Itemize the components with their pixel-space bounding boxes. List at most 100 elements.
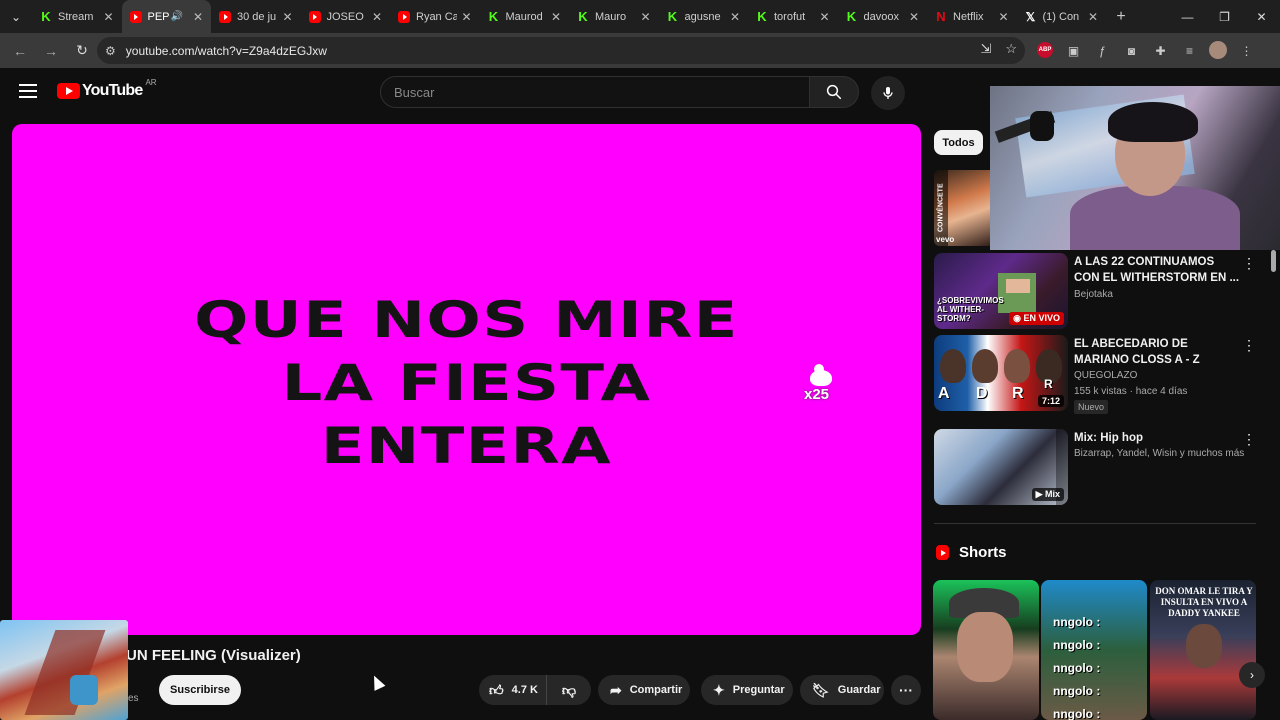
- tab-title: (1) Con: [1042, 10, 1080, 23]
- browser-tab-12[interactable]: 𝕏 (1) Con ✕: [1017, 0, 1107, 33]
- mix-badge: ▶ Mix: [1031, 488, 1064, 501]
- browser-tab-9[interactable]: Ktorofut ✕: [748, 0, 838, 33]
- hamburger-menu-icon[interactable]: [19, 84, 37, 98]
- media-controls-icon[interactable]: ≡: [1179, 37, 1200, 64]
- tab-close-icon[interactable]: ✕: [909, 10, 919, 24]
- partial-thumbnail[interactable]: CONVÉNCETE vevo: [934, 170, 991, 246]
- back-arrow-icon[interactable]: ←: [6, 37, 34, 65]
- extensions-puzzle-icon[interactable]: ✚: [1150, 37, 1171, 64]
- country-code: AR: [145, 77, 157, 87]
- save-button[interactable]: 🔖︎ Guardar: [800, 675, 884, 705]
- tab-close-icon[interactable]: ✕: [282, 10, 292, 24]
- site-info-icon[interactable]: ⚙: [105, 44, 116, 58]
- video-thumbnail[interactable]: ▶ Mix: [934, 429, 1068, 505]
- browser-menu-icon[interactable]: ⋮: [1236, 37, 1257, 64]
- search-input[interactable]: [394, 84, 809, 100]
- browser-tab-4[interactable]: JOSEO ✕: [301, 0, 391, 33]
- new-tab-plus-icon[interactable]: +: [1106, 0, 1136, 33]
- tab-title: agusne: [684, 10, 721, 23]
- gameplay-overlay: [0, 620, 128, 720]
- more-options-icon[interactable]: ⋮: [1242, 431, 1256, 448]
- short-thumbnail[interactable]: [933, 580, 1039, 720]
- extension-camera-icon[interactable]: ◙: [1121, 37, 1142, 64]
- browser-tab-8[interactable]: Kagusne ✕: [659, 0, 749, 33]
- tab-close-icon[interactable]: ✕: [103, 10, 113, 24]
- channel-name[interactable]: QUEGOLAZO: [1074, 369, 1137, 383]
- scrollbar[interactable]: [1271, 250, 1276, 272]
- like-count: 4.7 K: [511, 684, 538, 696]
- tab-close-icon[interactable]: ✕: [551, 10, 561, 24]
- lyrics-line: LA FIESTA: [281, 354, 652, 412]
- search-button[interactable]: [809, 76, 859, 108]
- subscribe-button[interactable]: Suscribirse: [159, 675, 241, 705]
- webcam-overlay: [990, 86, 1280, 250]
- browser-tab-3[interactable]: 30 de ju ✕: [211, 0, 301, 33]
- chevron-right-icon[interactable]: ›: [1239, 662, 1265, 688]
- browser-tab-10[interactable]: Kdavoox ✕: [838, 0, 928, 33]
- tab-close-icon[interactable]: ✕: [1088, 10, 1098, 24]
- live-icon: ◉: [1013, 313, 1024, 323]
- window-close-icon[interactable]: ✕: [1243, 0, 1280, 33]
- list-item[interactable]: ▶ Mix Mix: Hip hop Bizarrap, Yandel, Wis…: [934, 429, 1264, 507]
- more-options-icon[interactable]: ⋮: [1242, 255, 1256, 272]
- profile-avatar[interactable]: [1209, 41, 1227, 59]
- browser-tab-7[interactable]: K Mauro ✕: [569, 0, 659, 33]
- tab-title: Stream: [58, 10, 94, 23]
- browser-tab-2-active[interactable]: PEP 🔊 ✕: [121, 0, 211, 33]
- chip-all[interactable]: Todos: [934, 130, 983, 155]
- youtube-icon: [219, 10, 231, 23]
- extension-script-icon[interactable]: ƒ: [1092, 37, 1113, 64]
- forward-arrow-icon[interactable]: →: [37, 37, 65, 65]
- more-actions-icon[interactable]: ···: [891, 675, 921, 705]
- tab-title: torofut: [774, 10, 806, 23]
- speaker-icon[interactable]: 🔊: [170, 11, 182, 22]
- tab-close-icon[interactable]: ✕: [372, 10, 382, 24]
- tab-close-icon[interactable]: ✕: [193, 10, 203, 24]
- tab-close-icon[interactable]: ✕: [998, 10, 1008, 24]
- video-player[interactable]: QUE NOS MIRE LA FIESTA ENTERA x25: [12, 124, 921, 635]
- list-item[interactable]: A D R R 7:12 EL ABECEDARIO DE MARIANO CL…: [934, 335, 1264, 414]
- video-title[interactable]: A LAS 22 CONTINUAMOS CON EL WITHERSTORM …: [1074, 254, 1242, 286]
- ask-button[interactable]: ✦ Preguntar: [701, 675, 793, 705]
- channel-name[interactable]: Bejotaka: [1074, 288, 1113, 302]
- youtube-logo[interactable]: YouTube AR: [57, 78, 157, 100]
- tab-close-icon[interactable]: ✕: [640, 10, 650, 24]
- browser-tab-11[interactable]: N Netflix ✕: [927, 0, 1017, 33]
- extension-box-icon[interactable]: ▣: [1063, 37, 1084, 64]
- mouse-cursor: [368, 673, 386, 691]
- list-item[interactable]: ¿SOBREVIVIMOS AL WITHER-STORM? ◉ EN VIVO…: [934, 253, 1264, 331]
- browser-tab-1[interactable]: K Stream ✕: [32, 0, 122, 33]
- restore-icon[interactable]: ❐: [1206, 0, 1243, 33]
- video-thumbnail[interactable]: A D R R 7:12: [934, 335, 1068, 411]
- more-options-icon[interactable]: ⋮: [1242, 337, 1256, 354]
- channel-name[interactable]: Bizarrap, Yandel, Wisin y muchos más: [1074, 447, 1244, 461]
- minimize-icon[interactable]: —: [1169, 0, 1206, 33]
- tab-close-icon[interactable]: ✕: [730, 10, 740, 24]
- browser-tab-bar: ⌄ K Stream ✕ PEP 🔊 ✕ 30 de ju ✕ JOSEO ✕ Ryan C…: [0, 0, 1280, 33]
- install-app-icon[interactable]: ⇲: [980, 41, 991, 57]
- dislike-button[interactable]: 👎︎: [547, 682, 591, 699]
- address-bar[interactable]: ⚙ youtube.com/watch?v=Z9a4dzEGJxw ⇲ ☆: [97, 37, 1025, 64]
- adblock-plus-icon[interactable]: ABP: [1037, 42, 1053, 58]
- video-title[interactable]: Mix: Hip hop: [1074, 430, 1242, 446]
- tab-close-icon[interactable]: ✕: [819, 10, 829, 24]
- extensions-area: ABP ▣ ƒ ◙ ✚ ≡ ⋮: [1035, 37, 1257, 64]
- url-text[interactable]: youtube.com/watch?v=Z9a4dzEGJxw: [126, 44, 327, 58]
- tab-title: Maurod: [505, 10, 543, 23]
- video-thumbnail[interactable]: ¿SOBREVIVIMOS AL WITHER-STORM? ◉ EN VIVO: [934, 253, 1068, 329]
- video-title[interactable]: EL ABECEDARIO DE MARIANO CLOSS A - Z: [1074, 336, 1242, 368]
- voice-search-button[interactable]: [871, 76, 905, 110]
- short-thumbnail[interactable]: nngolo : nngolo : nngolo : nngolo : nngo…: [1041, 580, 1147, 720]
- youtube-play-icon: [57, 83, 80, 99]
- new-badge: Nuevo: [1074, 400, 1109, 414]
- like-button[interactable]: 👍︎ 4.7 K: [479, 675, 547, 705]
- short-overlay-text: nngolo : nngolo : nngolo : nngolo : nngo…: [1053, 615, 1101, 720]
- reload-icon[interactable]: ↻: [68, 37, 96, 65]
- browser-tab-5[interactable]: Ryan Ca ✕: [390, 0, 480, 33]
- tab-search-dropdown-icon[interactable]: ⌄: [0, 0, 32, 33]
- share-button[interactable]: ➦ Compartir: [598, 675, 690, 705]
- browser-tab-6[interactable]: K Maurod ✕: [480, 0, 570, 33]
- tab-close-icon[interactable]: ✕: [461, 10, 471, 24]
- bookmark-star-icon[interactable]: ☆: [1005, 41, 1017, 57]
- short-thumbnail[interactable]: DON OMAR LE TIRA Y INSULTA EN VIVO A DAD…: [1150, 580, 1256, 720]
